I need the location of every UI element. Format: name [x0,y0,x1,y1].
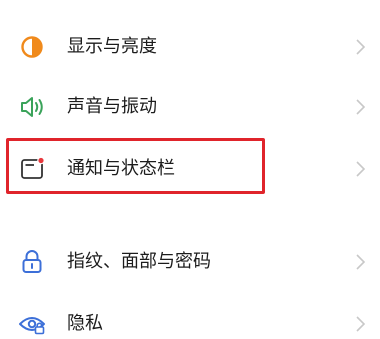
section-divider [0,212,380,230]
settings-item-label: 声音与振动 [67,96,157,117]
chevron-right-icon [352,98,368,116]
chevron-right-icon [352,160,368,178]
settings-item-label: 隐私 [67,313,103,334]
settings-item-display-brightness[interactable]: 显示与亮度 [0,17,380,77]
settings-item-label: 指纹、面部与密码 [67,251,211,272]
chevron-right-icon [352,38,368,56]
lock-icon [14,244,50,280]
speaker-icon [14,89,50,125]
settings-item-label: 显示与亮度 [67,36,157,57]
settings-item-privacy[interactable]: 隐私 [0,294,380,339]
highlight-box [6,138,265,194]
settings-item-fingerprint-face-password[interactable]: 指纹、面部与密码 [0,232,380,292]
chevron-right-icon [352,315,368,333]
privacy-eye-icon [14,306,50,339]
settings-screen: 显示与亮度 声音与振动 通知与状态栏 指纹、面部与密码 隐私 [0,0,380,339]
chevron-right-icon [352,253,368,271]
settings-item-sound-vibration[interactable]: 声音与振动 [0,77,380,137]
display-brightness-icon [14,29,50,65]
